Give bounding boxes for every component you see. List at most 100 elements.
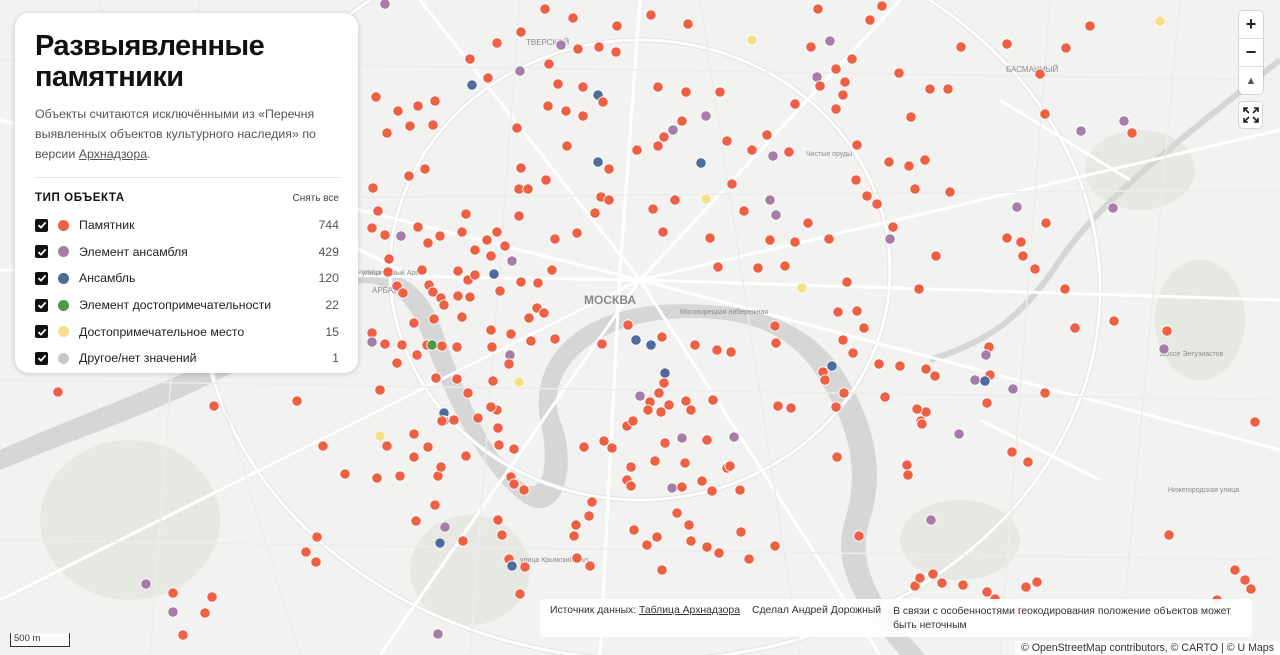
monument-marker[interactable] [659, 367, 671, 379]
monument-marker[interactable] [657, 226, 669, 238]
monument-marker[interactable] [167, 606, 179, 618]
monument-marker[interactable] [493, 439, 505, 451]
monument-marker[interactable] [422, 237, 434, 249]
monument-marker[interactable] [846, 53, 858, 65]
monument-marker[interactable] [427, 119, 439, 131]
monument-marker[interactable] [883, 156, 895, 168]
monument-marker[interactable] [436, 415, 448, 427]
monument-marker[interactable] [957, 579, 969, 591]
monument-marker[interactable] [1075, 125, 1087, 137]
monument-marker[interactable] [578, 441, 590, 453]
monument-marker[interactable] [783, 146, 795, 158]
monument-marker[interactable] [367, 182, 379, 194]
monument-marker[interactable] [769, 540, 781, 552]
monument-marker[interactable] [711, 344, 723, 356]
monument-marker[interactable] [434, 230, 446, 242]
monument-marker[interactable] [396, 339, 408, 351]
monument-marker[interactable] [858, 322, 870, 334]
monument-marker[interactable] [549, 233, 561, 245]
monument-marker[interactable] [980, 349, 992, 361]
category-row[interactable]: Памятник 744 [35, 212, 339, 239]
monument-marker[interactable] [486, 341, 498, 353]
monument-marker[interactable] [701, 541, 713, 553]
monument-marker[interactable] [140, 578, 152, 590]
monument-marker[interactable] [395, 230, 407, 242]
category-row[interactable]: Другое/нет значений 1 [35, 345, 339, 372]
monument-marker[interactable] [685, 404, 697, 416]
monument-marker[interactable] [412, 221, 424, 233]
monument-marker[interactable] [485, 324, 497, 336]
monument-marker[interactable] [955, 41, 967, 53]
monument-marker[interactable] [914, 572, 926, 584]
monument-marker[interactable] [969, 374, 981, 386]
monument-marker[interactable] [707, 394, 719, 406]
monument-marker[interactable] [317, 440, 329, 452]
monument-marker[interactable] [1017, 250, 1029, 262]
monument-marker[interactable] [505, 328, 517, 340]
monument-marker[interactable] [392, 105, 404, 117]
monument-marker[interactable] [1069, 322, 1081, 334]
monument-marker[interactable] [592, 156, 604, 168]
monument-marker[interactable] [1084, 20, 1096, 32]
monument-marker[interactable] [460, 208, 472, 220]
monument-marker[interactable] [789, 98, 801, 110]
checkbox[interactable] [35, 245, 48, 259]
monument-marker[interactable] [700, 110, 712, 122]
monument-marker[interactable] [408, 428, 420, 440]
monument-marker[interactable] [492, 514, 504, 526]
monument-marker[interactable] [491, 37, 503, 49]
monument-marker[interactable] [902, 469, 914, 481]
arkhnadzor-link[interactable]: Архнадзора [79, 147, 147, 161]
monument-marker[interactable] [721, 135, 733, 147]
monument-marker[interactable] [597, 96, 609, 108]
monument-marker[interactable] [658, 377, 670, 389]
checkbox[interactable] [35, 351, 48, 365]
monument-marker[interactable] [593, 41, 605, 53]
monument-marker[interactable] [603, 163, 615, 175]
monument-marker[interactable] [689, 339, 701, 351]
monument-marker[interactable] [571, 227, 583, 239]
monument-marker[interactable] [789, 236, 801, 248]
monument-marker[interactable] [767, 150, 779, 162]
monument-marker[interactable] [1015, 236, 1027, 248]
monument-marker[interactable] [812, 3, 824, 15]
monument-marker[interactable] [311, 531, 323, 543]
monument-marker[interactable] [411, 349, 423, 361]
monument-marker[interactable] [861, 190, 873, 202]
monument-marker[interactable] [560, 105, 572, 117]
monument-marker[interactable] [826, 360, 838, 372]
monument-marker[interactable] [206, 591, 218, 603]
zoom-in-button[interactable]: + [1239, 11, 1263, 39]
monument-marker[interactable] [666, 482, 678, 494]
monument-marker[interactable] [506, 560, 518, 572]
monument-marker[interactable] [439, 521, 451, 533]
monument-marker[interactable] [491, 226, 503, 238]
monument-marker[interactable] [805, 41, 817, 53]
monument-marker[interactable] [525, 335, 537, 347]
monument-marker[interactable] [570, 519, 582, 531]
monument-marker[interactable] [905, 111, 917, 123]
monument-marker[interactable] [410, 515, 422, 527]
monument-marker[interactable] [837, 89, 849, 101]
monument-marker[interactable] [538, 307, 550, 319]
monument-marker[interactable] [208, 400, 220, 412]
monument-marker[interactable] [944, 186, 956, 198]
monument-marker[interactable] [701, 434, 713, 446]
monument-marker[interactable] [532, 277, 544, 289]
monument-marker[interactable] [680, 86, 692, 98]
monument-marker[interactable] [942, 83, 954, 95]
monument-marker[interactable] [830, 103, 842, 115]
monument-marker[interactable] [706, 485, 718, 497]
monument-marker[interactable] [738, 205, 750, 217]
monument-marker[interactable] [746, 144, 758, 156]
monument-marker[interactable] [734, 484, 746, 496]
monument-marker[interactable] [649, 455, 661, 467]
category-row[interactable]: Элемент достопримечательности 22 [35, 292, 339, 319]
monument-marker[interactable] [412, 100, 424, 112]
monument-marker[interactable] [466, 79, 478, 91]
monument-marker[interactable] [366, 222, 378, 234]
monument-marker[interactable] [438, 299, 450, 311]
category-row[interactable]: Ансамбль 120 [35, 265, 339, 292]
monument-marker[interactable] [515, 162, 527, 174]
monument-marker[interactable] [456, 226, 468, 238]
